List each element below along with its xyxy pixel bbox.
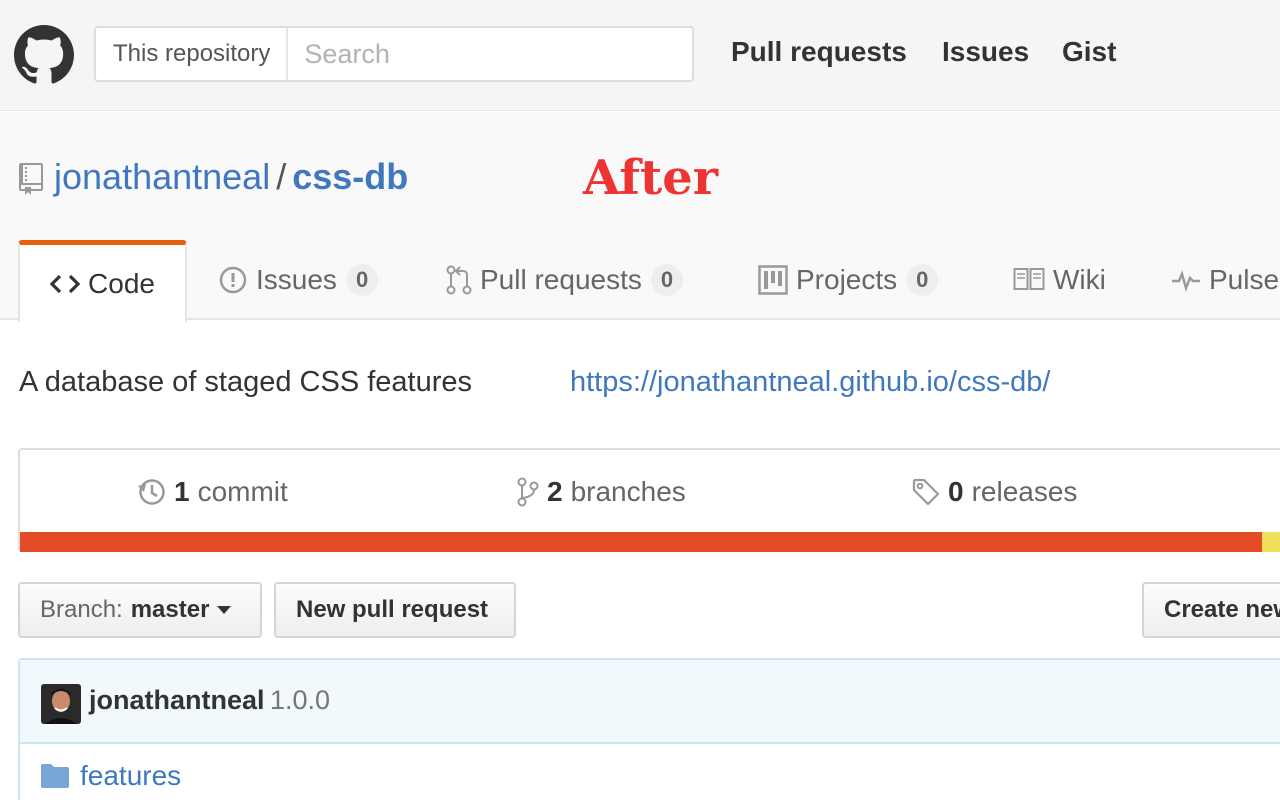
new-pull-request-button[interactable]: New pull request (274, 582, 516, 638)
branches-summary[interactable]: 2 branches (517, 476, 686, 508)
repo-description: A database of staged CSS features (19, 366, 473, 398)
tab-wiki[interactable]: Wiki (1013, 240, 1106, 320)
branch-name: master (130, 596, 210, 623)
branches-count: 2 (547, 476, 563, 507)
branch-select-button[interactable]: Branch: master (18, 582, 262, 638)
commits-count: 1 (174, 476, 190, 507)
tab-label: Issues (256, 264, 337, 295)
commit-author-link[interactable]: jonathantneal (89, 685, 265, 716)
tab-projects[interactable]: Projects 0 (758, 240, 939, 320)
nav-pull-requests[interactable]: Pull requests (731, 36, 907, 68)
repo-owner-link[interactable]: jonathantneal (54, 156, 270, 197)
folder-icon (41, 764, 69, 788)
repo-header: jonathantneal / css-db After Code Issues 0… (0, 112, 1280, 322)
create-new-file-button[interactable]: Create new file (1142, 582, 1280, 638)
site-header: This repository Pull requests Issues Gis… (0, 0, 1280, 111)
project-icon (758, 265, 788, 295)
tab-pull-requests[interactable]: Pull requests 0 (446, 240, 684, 320)
commit-message-link[interactable]: 1.0.0 (270, 685, 330, 716)
tab-label: Pulse (1209, 264, 1280, 295)
repo-title: jonathantneal / css-db (54, 156, 408, 198)
file-name-link[interactable]: features (80, 760, 181, 792)
nav-gist[interactable]: Gist (1062, 36, 1116, 68)
repo-name-link[interactable]: css-db (292, 156, 408, 197)
releases-summary[interactable]: 0 releases (912, 476, 1077, 508)
history-icon (138, 479, 165, 505)
list-item[interactable]: features (20, 744, 1280, 800)
git-pull-request-icon (446, 265, 472, 295)
book-icon (1013, 268, 1045, 290)
branch-prefix: Branch: (40, 596, 123, 623)
repo-icon (19, 163, 43, 195)
repo-summary: 1 commit 2 branches 0 releases (18, 448, 1280, 552)
language-bar[interactable] (20, 532, 1280, 552)
tab-label: Wiki (1053, 264, 1106, 295)
tab-label: Projects (796, 264, 898, 295)
language-segment-css (20, 532, 1262, 552)
issue-opened-icon (219, 266, 247, 294)
code-icon (50, 274, 81, 293)
tab-label: Code (88, 267, 155, 299)
tab-label: Pull requests (480, 264, 642, 295)
tag-icon (912, 478, 940, 506)
commit-tease: jonathantneal 1.0.0 (20, 660, 1280, 744)
caret-down-icon (217, 606, 232, 614)
tab-issues[interactable]: Issues 0 (218, 240, 379, 320)
repo-homepage-link[interactable]: https://jonathantneal.github.io/css-db/ (570, 366, 1050, 399)
issues-counter: 0 (345, 264, 379, 296)
git-branch-icon (517, 477, 539, 507)
pulse-icon (1172, 270, 1200, 292)
branches-label: branches (570, 476, 686, 507)
search-scope-label[interactable]: This repository (96, 28, 289, 80)
annotation-label: After (583, 150, 719, 206)
search-box: This repository (94, 26, 694, 82)
releases-count: 0 (948, 476, 964, 507)
releases-label: releases (971, 476, 1078, 507)
search-input[interactable] (288, 28, 692, 80)
projects-counter: 0 (906, 264, 939, 296)
commits-label: commit (197, 476, 288, 507)
github-logo-icon[interactable] (14, 25, 74, 85)
file-navigation: jonathantneal 1.0.0 features (18, 658, 1280, 800)
avatar[interactable] (41, 684, 81, 724)
language-segment-js (1262, 532, 1280, 552)
nav-issues[interactable]: Issues (942, 36, 1029, 68)
repo-path-separator: / (276, 156, 287, 197)
tab-code[interactable]: Code (18, 240, 187, 322)
tab-pulse[interactable]: Pulse (1171, 240, 1279, 320)
pull-requests-counter: 0 (650, 264, 684, 296)
commits-summary[interactable]: 1 commit (138, 476, 288, 508)
